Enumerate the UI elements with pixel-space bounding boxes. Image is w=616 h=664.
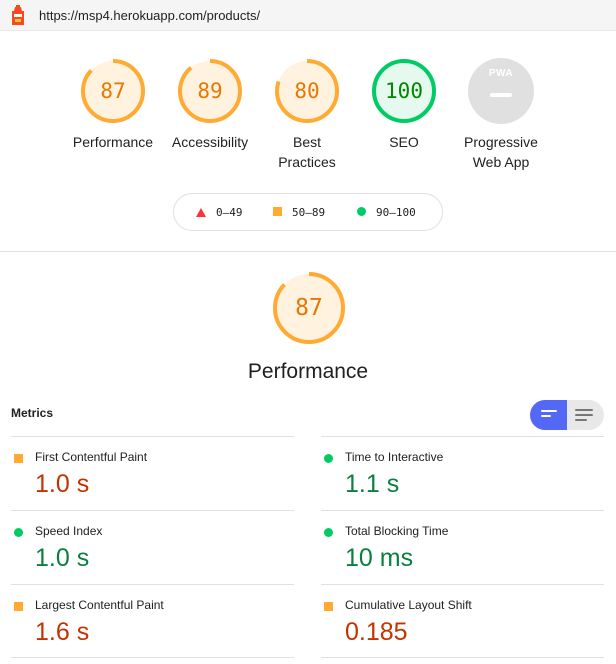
lighthouse-logo-icon [12, 5, 24, 25]
legend-fail: 0–49 [196, 206, 243, 220]
metrics-heading: Metrics [11, 406, 54, 420]
gauge-best-practices[interactable]: 80 Best Practices [257, 58, 357, 172]
metric-value: 0.185 [345, 618, 408, 646]
performance-title: Performance [247, 360, 369, 383]
metric-value: 1.6 s [35, 618, 90, 646]
metric-divider [11, 657, 294, 658]
metric-name: Largest Contentful Paint [35, 598, 164, 612]
metric-first-contentful-paint: First Contentful Paint 1.0 s [11, 436, 294, 510]
metric-total-blocking-time: Total Blocking Time 10 ms [321, 510, 604, 584]
gauge-seo[interactable]: 100 SEO [354, 58, 454, 152]
metric-largest-contentful-paint: Largest Contentful Paint 1.6 s [11, 584, 294, 658]
section-divider [0, 251, 616, 252]
legend-average: 50–89 [273, 206, 325, 220]
performance-score: 87 [295, 295, 323, 321]
pwa-na-dash [490, 93, 512, 97]
pass-circle-icon [324, 528, 333, 537]
gauge-score: 89 [197, 79, 223, 103]
detailed-view-icon[interactable] [567, 400, 604, 430]
metric-value: 10 ms [345, 544, 414, 572]
metric-value: 1.0 s [35, 470, 90, 498]
gauge-label: Accessibility [171, 134, 249, 150]
performance-gauge: 87 [272, 271, 346, 345]
square-icon [273, 207, 282, 216]
metric-name: Time to Interactive [345, 450, 444, 464]
metric-divider [321, 657, 604, 658]
average-square-icon [324, 602, 333, 611]
legend-pass: 90–100 [357, 206, 416, 220]
gauge-label: Best Practices [278, 134, 336, 170]
metric-name: Speed Index [35, 524, 103, 538]
pass-circle-icon [324, 454, 333, 463]
gauge-label: Progressive Web App [464, 134, 538, 170]
metrics-view-toggle[interactable] [530, 400, 604, 430]
metric-name: Cumulative Layout Shift [345, 598, 472, 612]
gauge-label: Performance [72, 134, 154, 150]
gauge-performance[interactable]: 87 Performance [63, 58, 163, 152]
pass-circle-icon [14, 528, 23, 537]
gauge-score: 80 [294, 79, 320, 103]
metric-time-to-interactive: Time to Interactive 1.1 s [321, 436, 604, 510]
metric-cumulative-layout-shift: Cumulative Layout Shift 0.185 [321, 584, 604, 658]
circle-icon [357, 207, 366, 216]
gauge-accessibility[interactable]: 89 Accessibility [160, 58, 260, 152]
address-bar: https://msp4.herokuapp.com/products/ [0, 0, 616, 31]
metric-value: 1.1 s [345, 470, 400, 498]
metric-name: Total Blocking Time [345, 524, 449, 538]
metric-speed-index: Speed Index 1.0 s [11, 510, 294, 584]
metric-name: First Contentful Paint [35, 450, 148, 464]
gauge-score: 87 [100, 79, 126, 103]
triangle-icon [196, 208, 206, 217]
average-square-icon [14, 602, 23, 611]
metric-value: 1.0 s [35, 544, 90, 572]
gauge-pwa[interactable]: PWA Progressive Web App [451, 58, 551, 172]
pwa-badge-text: PWA [488, 68, 514, 79]
list-view-icon[interactable] [530, 400, 567, 430]
gauge-score: 100 [385, 79, 423, 103]
score-legend: 0–49 50–89 90–100 [173, 193, 443, 231]
gauge-label: SEO [389, 134, 419, 150]
average-square-icon [14, 454, 23, 463]
page-url[interactable]: https://msp4.herokuapp.com/products/ [39, 8, 260, 23]
